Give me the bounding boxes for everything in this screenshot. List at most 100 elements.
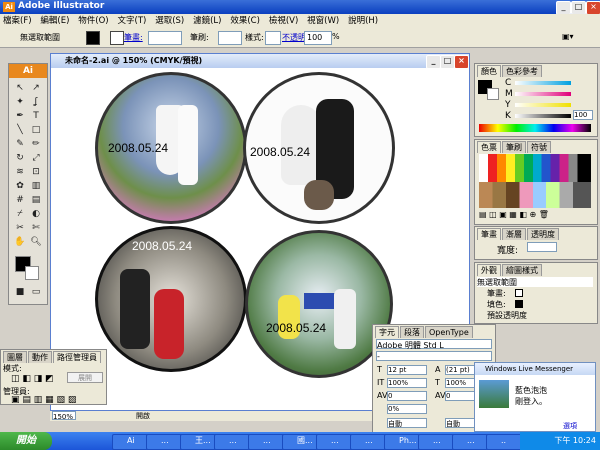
- slice-tool-icon[interactable]: ✂: [13, 222, 27, 235]
- photo-circle-4[interactable]: 2008.05.24: [245, 230, 393, 378]
- messenger-options-link[interactable]: 選項: [563, 421, 577, 431]
- doc-maximize-button[interactable]: □: [440, 55, 455, 69]
- scissors-tool-icon[interactable]: ✄: [29, 222, 43, 235]
- color-spectrum[interactable]: [479, 124, 591, 132]
- pathfinder-icons[interactable]: ▣ ▤ ▥ ▦ ▧ ▨: [11, 395, 76, 405]
- line-tool-icon[interactable]: ╲: [13, 124, 27, 137]
- direct-selection-tool-icon[interactable]: ↗: [29, 82, 43, 95]
- brush-dropdown[interactable]: [218, 31, 242, 45]
- tab-stroke[interactable]: 筆畫: [477, 228, 501, 240]
- type-tool-icon[interactable]: T: [29, 110, 43, 123]
- maximize-button[interactable]: □: [571, 1, 586, 15]
- font-style-select[interactable]: -: [376, 351, 492, 361]
- start-button[interactable]: 開始: [0, 432, 52, 450]
- pen-tool-icon[interactable]: ✒: [13, 110, 27, 123]
- symbol-tool-icon[interactable]: ✿: [13, 180, 27, 193]
- color-stroke-icon[interactable]: [487, 88, 499, 100]
- channel-k-value[interactable]: 100: [573, 110, 593, 120]
- rectangle-tool-icon[interactable]: □: [29, 124, 43, 137]
- style-dropdown[interactable]: [265, 31, 281, 45]
- graph-tool-icon[interactable]: ▥: [29, 180, 43, 193]
- font-size-input[interactable]: 12 pt: [387, 365, 427, 375]
- menu-window[interactable]: 視窗(W): [304, 14, 342, 28]
- tab-character[interactable]: 字元: [375, 326, 399, 338]
- menu-help[interactable]: 說明(H): [345, 14, 381, 28]
- tab-brushes[interactable]: 筆刷: [502, 141, 526, 153]
- clock[interactable]: 下午 10:24: [554, 436, 596, 445]
- menu-view[interactable]: 檢視(V): [266, 14, 301, 28]
- hand-tool-icon[interactable]: ✋: [13, 236, 27, 249]
- aki-left-input[interactable]: 自動: [387, 418, 427, 428]
- photo-circle-3[interactable]: 2008.05.24: [95, 226, 247, 372]
- menu-type[interactable]: 文字(T): [115, 14, 150, 28]
- blend-tool-icon[interactable]: ◐: [29, 208, 43, 221]
- font-family-select[interactable]: Adobe 明體 Std L: [376, 339, 492, 350]
- color-mode-icon[interactable]: ■: [13, 286, 27, 299]
- tab-gradient[interactable]: 漸層: [502, 228, 526, 240]
- eyedropper-tool-icon[interactable]: ⌿: [13, 208, 27, 221]
- appearance-stroke-row[interactable]: 筆畫:: [487, 288, 506, 299]
- tab-layers[interactable]: 圖層: [3, 351, 27, 363]
- close-button[interactable]: ×: [586, 1, 600, 15]
- messenger-popup[interactable]: Windows Live Messenger 藍色泡泡 剛登入。 選項: [474, 362, 596, 432]
- tab-paragraph[interactable]: 段落: [400, 326, 424, 338]
- vertical-scale-input[interactable]: 100%: [387, 378, 427, 388]
- stroke-swatch[interactable]: [110, 31, 124, 45]
- scale-tool-icon[interactable]: ⤢: [29, 152, 43, 165]
- channel-c-slider[interactable]: [515, 81, 571, 85]
- doc-minimize-button[interactable]: _: [426, 55, 441, 69]
- tab-symbols[interactable]: 符號: [527, 141, 551, 153]
- zoom-field[interactable]: 150%: [52, 411, 76, 421]
- tab-color[interactable]: 顏色: [477, 65, 501, 77]
- tab-graphic-styles[interactable]: 繪圖樣式: [502, 264, 542, 276]
- gradient-tool-icon[interactable]: ▤: [29, 194, 43, 207]
- shape-mode-icons[interactable]: ◫ ◧ ◨ ◩: [11, 374, 54, 384]
- rotate-tool-icon[interactable]: ↻: [13, 152, 27, 165]
- appearance-fill-row[interactable]: 填色:: [487, 299, 506, 310]
- photo-circle-2[interactable]: 2008.05.24: [243, 72, 395, 224]
- stroke-label[interactable]: 筆畫:: [124, 32, 143, 43]
- stroke-weight-field[interactable]: [148, 31, 182, 45]
- tab-transparency[interactable]: 透明度: [527, 228, 559, 240]
- doc-close-button[interactable]: ×: [454, 55, 469, 69]
- appearance-fill-swatch[interactable]: [515, 300, 523, 308]
- menu-object[interactable]: 物件(O): [75, 14, 111, 28]
- menu-select[interactable]: 選取(S): [152, 14, 187, 28]
- minimize-button[interactable]: _: [556, 1, 571, 15]
- workspace-icon[interactable]: ▣▾: [562, 32, 574, 41]
- tab-pathfinder[interactable]: 路徑管理員: [53, 351, 101, 363]
- appearance-stroke-swatch[interactable]: [515, 289, 523, 297]
- menu-effect[interactable]: 效果(C): [227, 14, 263, 28]
- menu-file[interactable]: 檔案(F): [0, 14, 35, 28]
- screen-mode-icon[interactable]: ▭: [29, 286, 43, 299]
- lasso-tool-icon[interactable]: ʆ: [29, 96, 43, 109]
- menu-filter[interactable]: 濾鏡(L): [190, 14, 224, 28]
- mesh-tool-icon[interactable]: #: [13, 194, 27, 207]
- stroke-width-input[interactable]: [527, 242, 557, 252]
- menu-edit[interactable]: 編輯(E): [37, 14, 72, 28]
- zoom-tool-icon[interactable]: 🔍︎: [29, 236, 43, 249]
- tsume-input[interactable]: 0%: [387, 404, 427, 414]
- tab-opentype[interactable]: OpenType: [425, 326, 473, 338]
- warp-tool-icon[interactable]: ≋: [13, 166, 27, 179]
- tab-appearance[interactable]: 外觀: [477, 264, 501, 276]
- opacity-input[interactable]: 100: [304, 31, 332, 45]
- tab-swatches[interactable]: 色票: [477, 141, 501, 153]
- channel-y-slider[interactable]: [515, 103, 571, 107]
- free-transform-tool-icon[interactable]: ⊡: [29, 166, 43, 179]
- photo-circle-1[interactable]: 2008.05.24: [95, 72, 247, 224]
- brush-tool-icon[interactable]: ✎: [13, 138, 27, 151]
- selection-tool-icon[interactable]: ↖: [13, 82, 27, 95]
- magic-wand-tool-icon[interactable]: ✦: [13, 96, 27, 109]
- appearance-opacity-row[interactable]: 預設透明度: [487, 310, 527, 321]
- swatch-actions-icon[interactable]: ▤ ◫ ▣ ▦ ◧ ⊕ 🗑︎: [479, 210, 549, 219]
- stroke-color-icon[interactable]: [25, 266, 39, 280]
- fill-swatch[interactable]: [86, 31, 100, 45]
- tab-actions[interactable]: 動作: [28, 351, 52, 363]
- kerning-input[interactable]: 0: [387, 391, 427, 401]
- channel-k-slider[interactable]: [515, 114, 571, 118]
- pencil-tool-icon[interactable]: ✏: [29, 138, 43, 151]
- channel-m-slider[interactable]: [515, 92, 571, 96]
- swatch-grid-row2[interactable]: [479, 182, 591, 208]
- expand-button[interactable]: 展開: [67, 372, 103, 383]
